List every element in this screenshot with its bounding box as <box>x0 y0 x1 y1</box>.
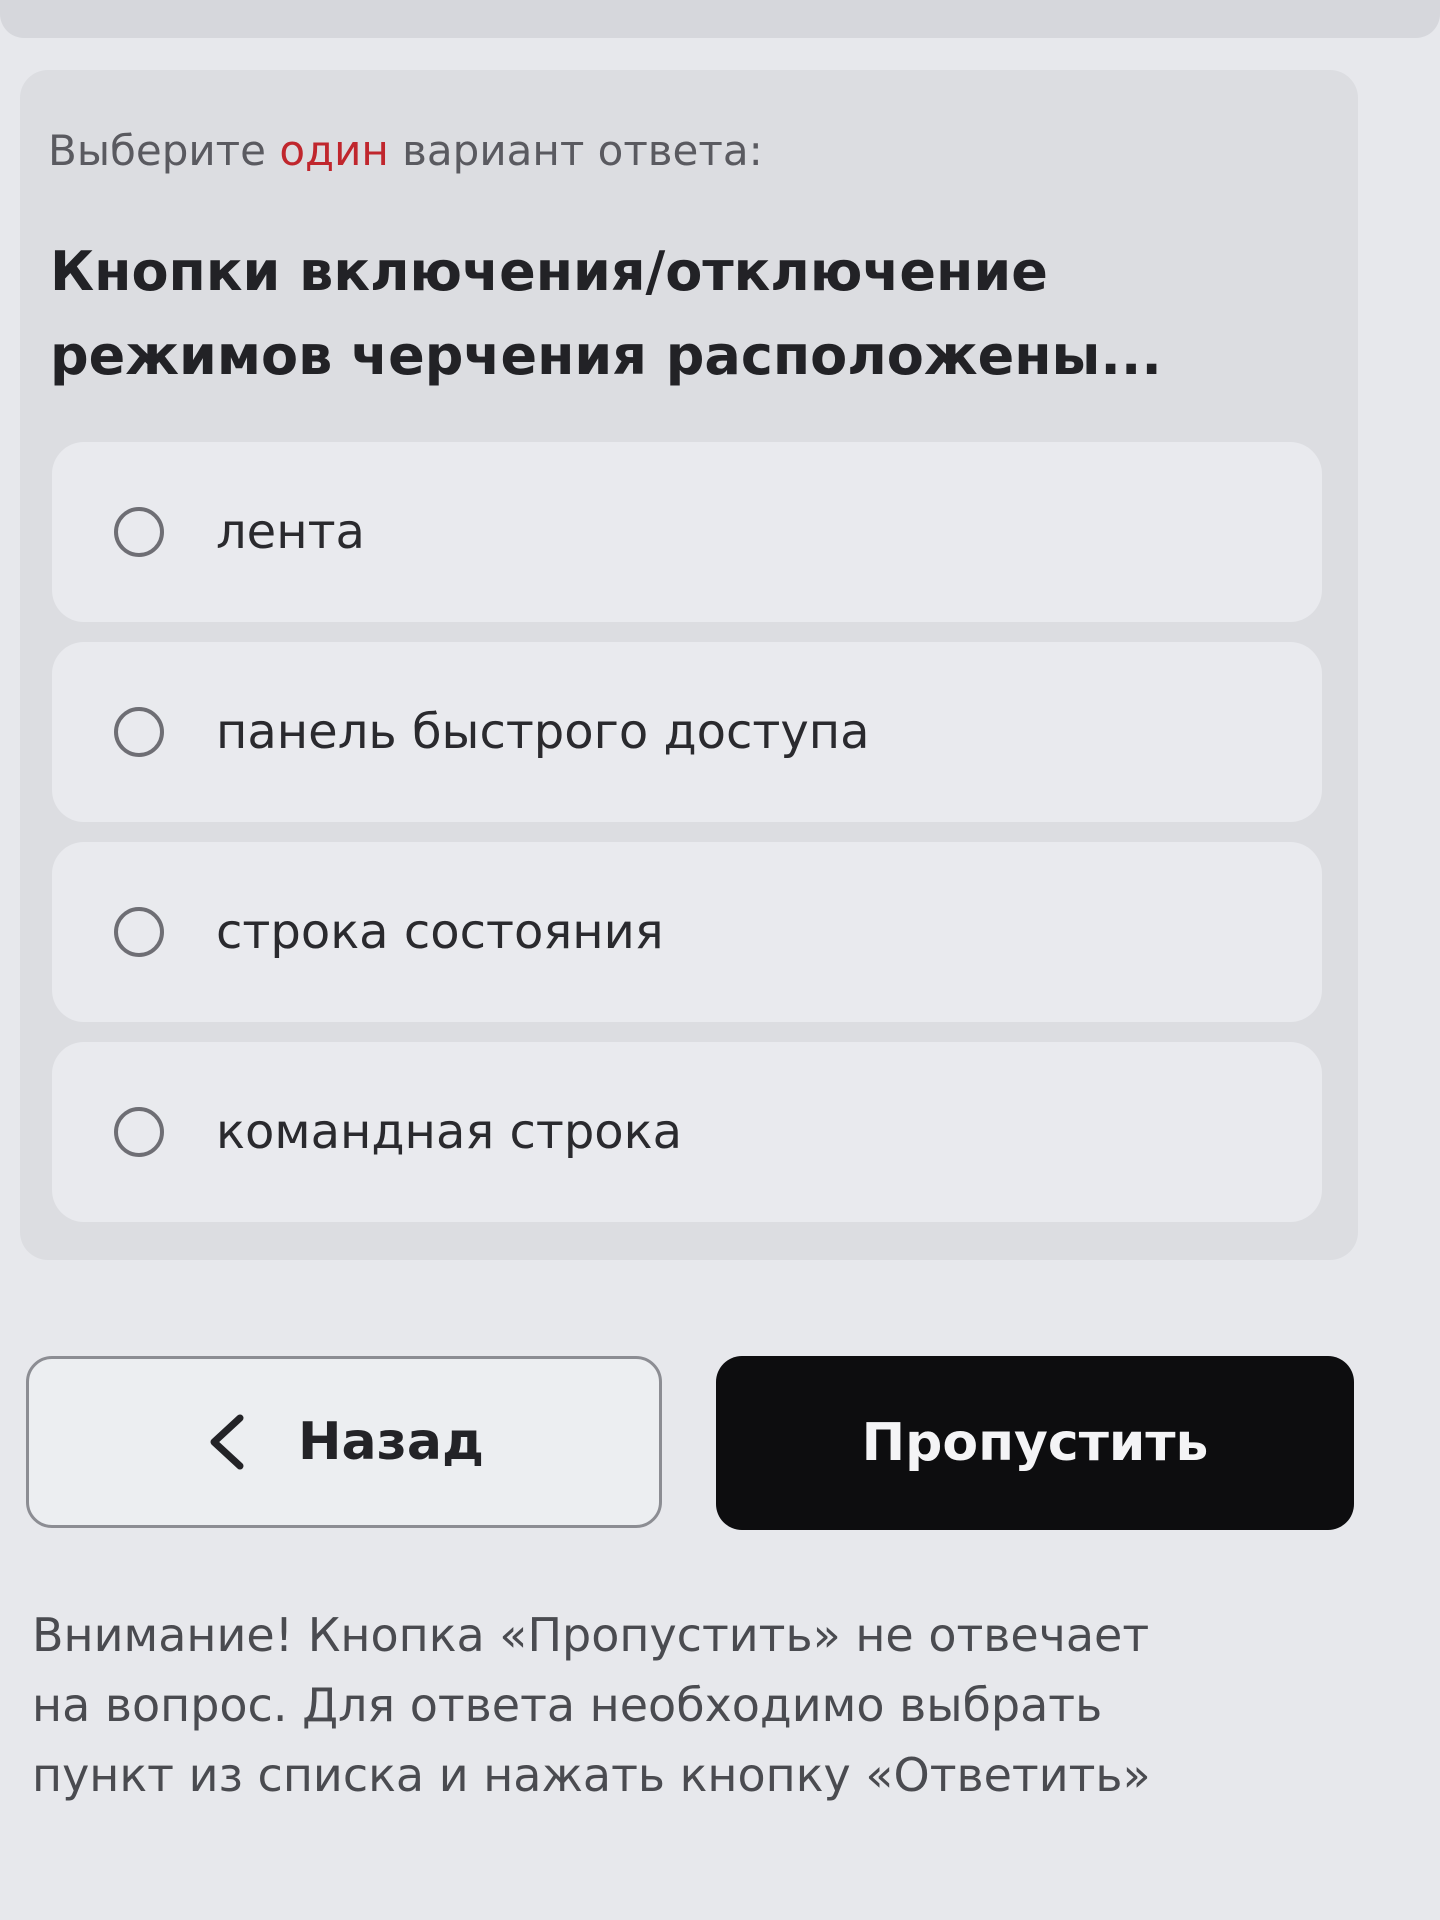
question-title-line: режимов черчения расположены... <box>50 324 1162 387</box>
answer-option-label: строка состояния <box>216 904 664 960</box>
answer-option-4[interactable]: командная строка <box>52 1042 1322 1222</box>
answer-options: лента панель быстрого доступа строка сос… <box>52 442 1322 1242</box>
notice-line: на вопрос. Для ответа необходимо выбрать <box>32 1678 1103 1732</box>
radio-button[interactable] <box>114 907 164 957</box>
answer-option-label: лента <box>216 504 365 560</box>
answer-option-label: командная строка <box>216 1104 683 1160</box>
back-button[interactable]: Назад <box>26 1356 662 1528</box>
answer-option-2[interactable]: панель быстрого доступа <box>52 642 1322 822</box>
skip-button[interactable]: Пропустить <box>716 1356 1354 1530</box>
chevron-left-icon <box>210 1414 244 1470</box>
instruction-prefix: Выберите <box>48 126 280 175</box>
question-card: Выберите один вариант ответа: Кнопки вкл… <box>20 70 1358 1260</box>
answer-option-label: панель быстрого доступа <box>216 704 870 760</box>
top-card-edge <box>0 0 1440 38</box>
instruction-accent: один <box>279 126 389 175</box>
radio-button[interactable] <box>114 507 164 557</box>
answer-option-3[interactable]: строка состояния <box>52 842 1322 1022</box>
skip-warning-notice: Внимание! Кнопка «Пропустить» не отвечае… <box>32 1600 1362 1810</box>
answer-option-1[interactable]: лента <box>52 442 1322 622</box>
notice-line: Внимание! Кнопка «Пропустить» не отвечае… <box>32 1608 1150 1662</box>
back-button-label: Назад <box>298 1412 484 1472</box>
instruction-suffix: вариант ответа: <box>388 126 763 175</box>
answer-instruction: Выберите один вариант ответа: <box>48 126 763 176</box>
skip-button-label: Пропустить <box>861 1413 1209 1473</box>
radio-button[interactable] <box>114 707 164 757</box>
question-title-line: Кнопки включения/отключение <box>50 240 1048 303</box>
notice-line: пункт из списка и нажать кнопку «Ответит… <box>32 1748 1151 1802</box>
question-title: Кнопки включения/отключение режимов черч… <box>50 230 1300 398</box>
radio-button[interactable] <box>114 1107 164 1157</box>
